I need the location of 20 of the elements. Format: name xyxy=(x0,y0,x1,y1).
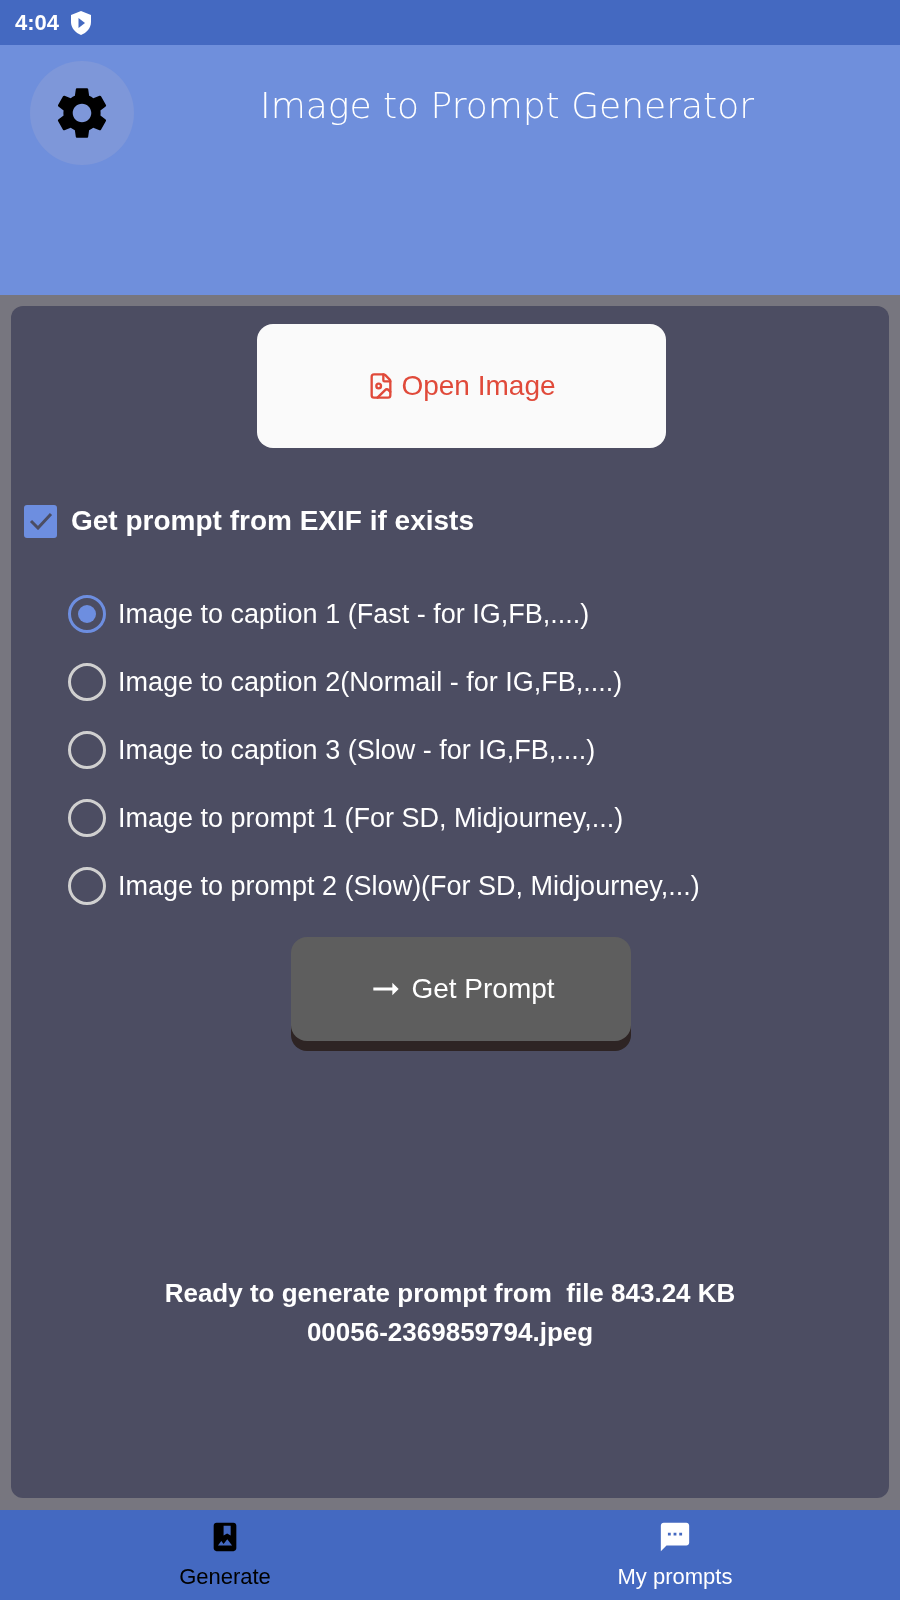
mode-option-label: Image to prompt 2 (Slow)(For SD, Midjourney,...) xyxy=(118,869,700,903)
nav-tab[interactable]: My prompts xyxy=(450,1510,900,1600)
radio-button[interactable] xyxy=(68,799,106,837)
exif-option-label: Get prompt from EXIF if exists xyxy=(71,504,474,538)
mode-option-label: Image to caption 3 (Slow - for IG,FB,....) xyxy=(118,733,596,767)
radio-button[interactable] xyxy=(68,731,106,769)
status-time: 4:04 xyxy=(15,9,60,37)
radio-button[interactable] xyxy=(68,595,106,633)
exif-checkbox[interactable] xyxy=(24,504,57,538)
status-message: Ready to generate prompt from file 843.24 KB 00056-2369859794.jpeg xyxy=(164,1277,736,1349)
mode-option-label: Image to caption 1 (Fast - for IG,FB,....) xyxy=(118,597,590,631)
nav-tab[interactable]: Generate xyxy=(0,1510,450,1600)
radio-button[interactable] xyxy=(68,663,106,701)
shield-play-icon xyxy=(71,10,92,35)
open-image-button[interactable]: Open Image xyxy=(257,324,666,448)
app-title: Image to Prompt Generator xyxy=(259,84,755,128)
mode-option-label: Image to caption 2(Normail - for IG,FB,....) xyxy=(118,665,623,699)
mode-option-label: Image to prompt 1 (For SD, Midjourney,...) xyxy=(118,801,624,835)
checkmark-icon xyxy=(28,512,53,530)
radio-button[interactable] xyxy=(68,867,106,905)
